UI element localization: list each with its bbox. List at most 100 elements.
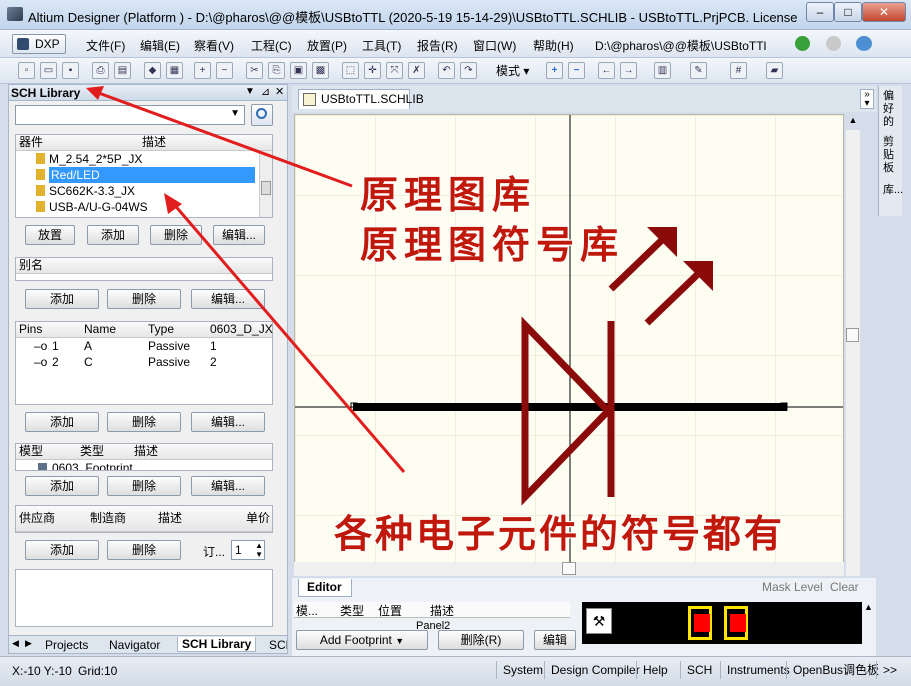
mode-dropdown[interactable]: 模式 ▾ xyxy=(496,62,538,80)
grid-icon[interactable]: # xyxy=(730,62,747,79)
list-scrollbar[interactable] xyxy=(259,151,272,217)
dxp-menu[interactable]: DXP xyxy=(12,34,66,54)
drawing-tools-icon[interactable]: ✎ xyxy=(690,62,707,79)
tab-scroll-right-icon[interactable]: ▶ xyxy=(25,638,32,649)
edit-alias-button[interactable]: 编辑... xyxy=(191,289,265,309)
editor-tab[interactable]: Editor xyxy=(298,579,352,597)
remove-part-icon[interactable]: − xyxy=(568,62,585,79)
zoom-in-icon[interactable]: + xyxy=(194,62,211,79)
maximize-button[interactable]: □ xyxy=(834,2,862,22)
horizontal-scrollbar[interactable] xyxy=(294,562,844,576)
menu-reports[interactable]: 报告(R) xyxy=(417,37,458,54)
panel-close-icon[interactable]: ✕ xyxy=(275,85,284,98)
library-folder-icon[interactable]: ▰ xyxy=(766,62,783,79)
filter-dropdown[interactable]: ▼ xyxy=(15,105,245,125)
move-icon[interactable]: ✛ xyxy=(364,62,381,79)
model-row[interactable]: 0603_Footprint xyxy=(16,460,272,471)
add-part-icon[interactable]: + xyxy=(546,62,563,79)
layers-icon[interactable]: ◆ xyxy=(144,62,161,79)
status-design-compiler-button[interactable]: Design Compiler xyxy=(544,661,646,679)
status-sch-button[interactable]: SCH xyxy=(680,661,718,679)
menu-file[interactable]: 文件(F) xyxy=(86,37,125,54)
deselect-icon[interactable]: ⤧ xyxy=(386,62,403,79)
tab-projects[interactable]: Projects xyxy=(45,638,88,652)
order-quantity-stepper[interactable]: 1 ▲▼ xyxy=(231,540,265,560)
place-button[interactable]: 放置 xyxy=(25,225,75,245)
menu-view[interactable]: 察看(V) xyxy=(194,37,234,54)
right-tab-favorites[interactable]: 偏好的 xyxy=(883,90,897,129)
status-openbus-button[interactable]: OpenBus调色板 xyxy=(786,661,885,679)
vertical-scroll-up-icon[interactable]: ▲ xyxy=(846,115,860,129)
menu-tools[interactable]: 工具(T) xyxy=(362,37,401,54)
delete-supplier-button[interactable]: 删除 xyxy=(107,540,181,560)
status-help-button[interactable]: Help xyxy=(636,661,674,679)
edit-component-button[interactable]: 编辑... xyxy=(213,225,265,245)
add-alias-button[interactable]: 添加 xyxy=(25,289,99,309)
copy-icon[interactable]: ⎘ xyxy=(268,62,285,79)
open-folder-icon[interactable]: ▭ xyxy=(40,62,57,79)
menu-help[interactable]: 帮助(H) xyxy=(533,37,574,54)
vertical-scrollbar[interactable] xyxy=(846,130,860,576)
menu-window[interactable]: 窗口(W) xyxy=(473,37,516,54)
delete-footprint-button[interactable]: 删除(R) xyxy=(438,630,524,650)
preview-collapse-icon[interactable]: ▲ xyxy=(864,602,873,612)
close-button[interactable]: ✕ xyxy=(862,2,906,22)
right-tab-libraries[interactable]: 库... xyxy=(883,184,897,197)
menu-place[interactable]: 放置(P) xyxy=(307,37,347,54)
redo-icon[interactable]: ↷ xyxy=(460,62,477,79)
select-area-icon[interactable]: ⬚ xyxy=(342,62,359,79)
status-more-button[interactable]: >> xyxy=(876,661,903,679)
path-dropdown[interactable]: D:\@pharos\@@模板\USBtoTTl xyxy=(595,37,785,54)
delete-component-button[interactable]: 删除 xyxy=(150,225,202,245)
zoom-out-icon[interactable]: − xyxy=(216,62,233,79)
undo-icon[interactable]: ↶ xyxy=(438,62,455,79)
back-nav-icon[interactable] xyxy=(795,36,810,51)
mask-level-button[interactable]: Mask Level xyxy=(762,580,823,594)
rubber-stamp-icon[interactable]: ▩ xyxy=(312,62,329,79)
component-item[interactable]: USB-A/U-G-04WS xyxy=(16,199,272,215)
right-tab-clipboard[interactable]: 剪贴板 xyxy=(883,136,897,175)
align-icon[interactable]: ▥ xyxy=(654,62,671,79)
next-part-icon[interactable]: → xyxy=(620,62,637,79)
tab-navigator[interactable]: Navigator xyxy=(109,638,160,652)
minimize-button[interactable]: – xyxy=(806,2,834,22)
delete-pin-button[interactable]: 删除 xyxy=(107,412,181,432)
add-footprint-button[interactable]: Add Footprint ▼ xyxy=(296,630,428,650)
add-component-button[interactable]: 添加 xyxy=(87,225,139,245)
panel-menu-icon[interactable]: ▼ xyxy=(245,86,255,97)
forward-nav-icon[interactable] xyxy=(826,36,841,51)
paste-icon[interactable]: ▣ xyxy=(290,62,307,79)
menu-edit[interactable]: 编辑(E) xyxy=(140,37,180,54)
pin-icon[interactable]: ⊿ xyxy=(261,85,270,98)
board-icon[interactable]: ▦ xyxy=(166,62,183,79)
globe-icon[interactable] xyxy=(856,36,872,51)
print-icon[interactable]: ⎙ xyxy=(92,62,109,79)
doc-tab-menu-icon[interactable]: »▾ xyxy=(860,89,874,109)
edit-model-button[interactable]: 编辑... xyxy=(191,476,265,496)
status-system-button[interactable]: System xyxy=(496,661,549,679)
tab-sch-library[interactable]: SCH Library xyxy=(177,637,256,652)
save-icon[interactable]: ▪ xyxy=(62,62,79,79)
add-pin-button[interactable]: 添加 xyxy=(25,412,99,432)
print-preview-icon[interactable]: ▤ xyxy=(114,62,131,79)
cut-icon[interactable]: ✂ xyxy=(246,62,263,79)
doc-tab-usbtottl[interactable]: USBtoTTL.SCHLIB xyxy=(298,89,410,109)
clear-filter-icon[interactable]: ✗ xyxy=(408,62,425,79)
pin-row[interactable]: –o 2 C Passive 2 xyxy=(16,354,272,370)
filter-magnifier-button[interactable] xyxy=(251,104,273,126)
status-instruments-button[interactable]: Instruments xyxy=(720,661,796,679)
add-supplier-button[interactable]: 添加 xyxy=(25,540,99,560)
menu-project[interactable]: 工程(C) xyxy=(251,37,292,54)
new-file-icon[interactable]: ▫ xyxy=(18,62,35,79)
component-item[interactable]: SC662K-3.3_JX xyxy=(16,183,272,199)
edit-footprint-button[interactable]: 编辑 xyxy=(534,630,576,650)
delete-alias-button[interactable]: 删除 xyxy=(107,289,181,309)
component-item-selected[interactable]: Red/LED xyxy=(16,167,272,183)
tab-scroll-left-icon[interactable]: ◀ xyxy=(12,638,19,649)
prev-part-icon[interactable]: ← xyxy=(598,62,615,79)
add-model-button[interactable]: 添加 xyxy=(25,476,99,496)
tab-sch[interactable]: SCH xyxy=(269,638,287,652)
component-item[interactable]: M_2.54_2*5P_JX xyxy=(16,151,272,167)
delete-model-button[interactable]: 删除 xyxy=(107,476,181,496)
clear-button[interactable]: Clear xyxy=(830,580,859,594)
